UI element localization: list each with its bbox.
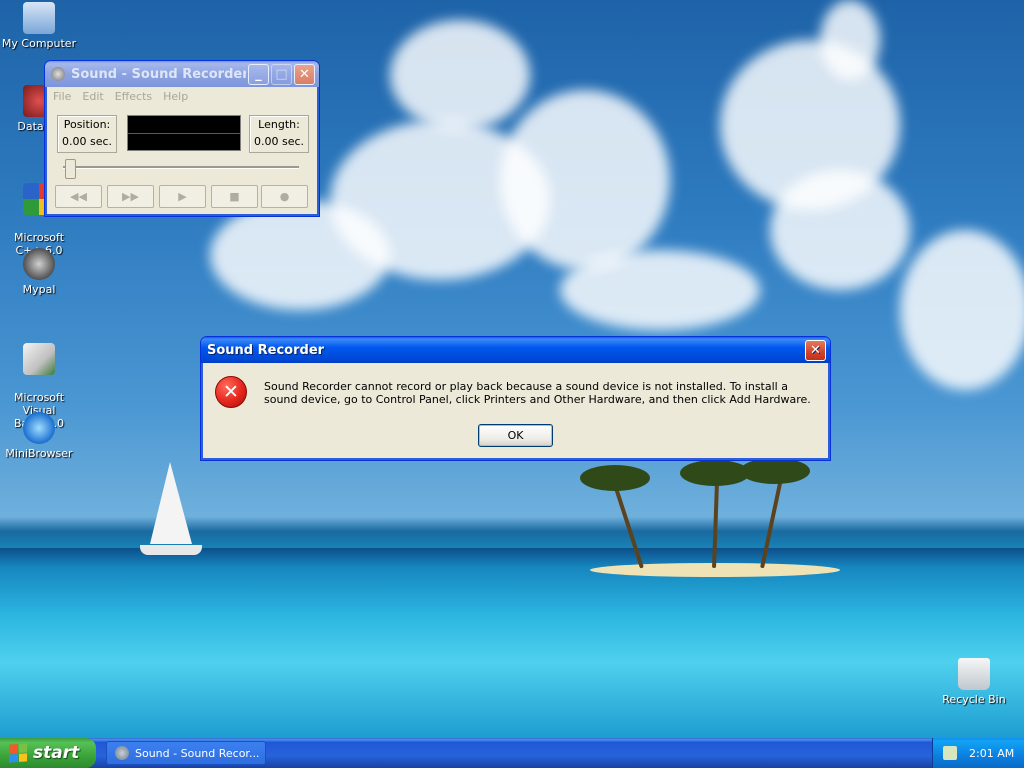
microphone-icon [51, 67, 65, 81]
close-button[interactable]: ✕ [294, 63, 315, 85]
position-slider-thumb[interactable] [65, 159, 76, 179]
microphone-icon [115, 746, 129, 760]
sound-recorder-titlebar[interactable]: Sound - Sound Recorder _ □ ✕ [45, 61, 319, 87]
sea [0, 548, 1024, 738]
taskbar-item-sound-recorder[interactable]: Sound - Sound Recor... [106, 741, 266, 765]
desktop-icon-label: My Computer [1, 37, 77, 50]
stop-button[interactable]: ■ [211, 185, 258, 208]
taskbar-item-label: Sound - Sound Recor... [135, 746, 260, 760]
system-tray: 2:01 AM [932, 738, 1024, 768]
maximize-button[interactable]: □ [271, 63, 292, 85]
windows-logo-icon [9, 743, 27, 763]
cloud [390, 20, 530, 130]
position-value: 0.00 sec. [61, 135, 113, 148]
sailboat-sail [150, 462, 192, 544]
close-button[interactable]: ✕ [805, 339, 826, 361]
minimize-button[interactable]: _ [248, 63, 269, 85]
error-message: Sound Recorder cannot record or play bac… [264, 380, 811, 406]
desktop-icon-mypal[interactable]: Mypal [0, 248, 78, 296]
desktop-icon-label: Mypal [22, 283, 56, 296]
cloud [820, 0, 880, 80]
error-icon: ✕ [215, 376, 247, 408]
fast-forward-button[interactable]: ▶▶ [107, 185, 154, 208]
ok-button[interactable]: OK [478, 424, 553, 447]
cloud [500, 90, 670, 270]
length-box: Length: 0.00 sec. [249, 115, 309, 153]
position-slider-track[interactable] [63, 166, 299, 169]
mypal-icon [23, 248, 55, 280]
safely-remove-hardware-icon[interactable] [943, 746, 957, 760]
menu-file[interactable]: File [49, 90, 78, 103]
palm-top [740, 458, 810, 484]
clock[interactable]: 2:01 AM [969, 747, 1014, 760]
cloud [770, 170, 910, 290]
menu-edit[interactable]: Edit [78, 90, 110, 103]
menu-effects[interactable]: Effects [111, 90, 159, 103]
waveform-display [127, 115, 241, 151]
record-button[interactable]: ● [261, 185, 308, 208]
desktop-icon-recycle-bin[interactable]: Recycle Bin [935, 658, 1013, 706]
error-dialog-title: Sound Recorder [207, 342, 325, 358]
visual-basic-icon [23, 343, 55, 375]
cloud [560, 250, 760, 330]
desktop-icon-minibrowser[interactable]: MiniBrowser [0, 412, 78, 460]
play-button[interactable]: ▶ [159, 185, 206, 208]
length-value: 0.00 sec. [253, 135, 305, 148]
desktop-icon-my-computer[interactable]: My Computer [0, 2, 78, 50]
minibrowser-icon [23, 412, 55, 444]
desktop-icon-label: Recycle Bin [942, 693, 1006, 706]
start-button[interactable]: start [0, 738, 96, 768]
position-box: Position: 0.00 sec. [57, 115, 117, 153]
recycle-bin-icon [958, 658, 990, 690]
start-label: start [33, 743, 80, 763]
my-computer-icon [23, 2, 55, 34]
error-dialog-titlebar[interactable]: Sound Recorder ✕ [201, 337, 830, 363]
rewind-button[interactable]: ◀◀ [55, 185, 102, 208]
cloud [900, 230, 1024, 390]
desktop: My Computer DataWa Microsoft C++ 6.0 Myp… [0, 0, 1024, 738]
length-label: Length: [258, 118, 300, 131]
desktop-icon-label: MiniBrowser [5, 447, 73, 460]
sound-recorder-menubar: File Edit Effects Help [45, 87, 319, 105]
sailboat-hull [140, 545, 202, 555]
palm-top [580, 465, 650, 491]
position-label: Position: [63, 118, 111, 131]
menu-help[interactable]: Help [159, 90, 195, 103]
error-dialog: Sound Recorder ✕ ✕ Sound Recorder cannot… [200, 336, 831, 461]
waveform-line [128, 133, 240, 134]
sound-recorder-window: Sound - Sound Recorder _ □ ✕ File Edit E… [44, 60, 320, 217]
sound-recorder-title: Sound - Sound Recorder [71, 66, 246, 82]
taskbar: start Sound - Sound Recor... 2:01 AM [0, 738, 1024, 768]
